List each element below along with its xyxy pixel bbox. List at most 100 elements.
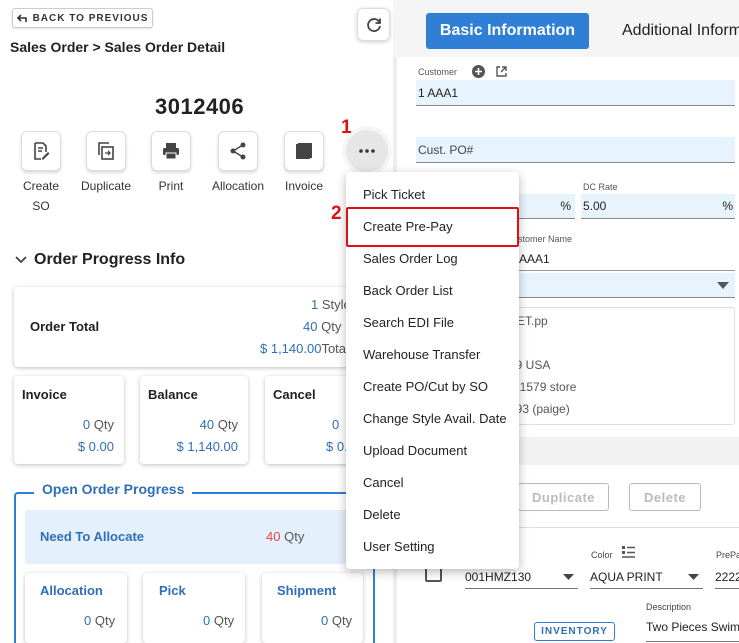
order-progress-header[interactable]: Order Progress Info <box>14 251 185 269</box>
menu-item-change-style-avail-date[interactable]: Change Style Avail. Date <box>363 411 507 426</box>
share-icon <box>230 142 246 160</box>
invoice-card-amount: $ 0.00 <box>77 439 114 454</box>
order-total-qty: 40 <box>303 319 318 334</box>
order-total-styles: 1 <box>311 297 319 312</box>
refresh-icon <box>366 17 381 32</box>
more-actions-button[interactable] <box>346 130 388 172</box>
allocation-button[interactable]: Allocation <box>206 131 270 196</box>
menu-item-pick-ticket[interactable]: Pick Ticket <box>363 187 425 202</box>
tab-additional-information[interactable]: Additional Inform <box>622 22 739 40</box>
duplicate-label: Duplicate <box>80 179 132 193</box>
create-so-button[interactable]: Create SO <box>19 131 63 216</box>
pick-progress-label: Pick <box>159 583 186 598</box>
need-to-allocate-unit: Qty <box>284 529 305 544</box>
print-button[interactable]: Print <box>150 131 192 196</box>
duplicate-button[interactable]: Duplicate <box>78 131 134 196</box>
menu-item-delete[interactable]: Delete <box>363 507 401 522</box>
invoice-icon <box>296 143 312 159</box>
customer-name-label: ustomer Name <box>513 234 573 244</box>
order-number: 3012406 <box>155 94 245 119</box>
invoice-card-label: Invoice <box>22 387 67 402</box>
back-to-previous-button[interactable]: BACK TO PREVIOUS <box>12 8 153 28</box>
color-select[interactable]: AQUA PRINT <box>590 565 703 589</box>
more-icon <box>359 149 375 153</box>
menu-item-back-order-list[interactable]: Back Order List <box>363 283 453 298</box>
menu-item-cancel[interactable]: Cancel <box>363 475 403 490</box>
pick-progress-card[interactable]: Pick 0 Qty <box>143 573 245 643</box>
address-select[interactable] <box>505 273 735 298</box>
cancel-card-amount: $ 0. <box>326 439 348 454</box>
add-customer-icon[interactable] <box>472 65 485 78</box>
copy-icon <box>98 142 114 160</box>
customer-name-underline <box>505 270 735 271</box>
allocation-progress-unit: Qty <box>94 613 116 628</box>
order-total-card: Order Total 1 Style 40 Qty $ 1,140.00Tot… <box>14 287 354 367</box>
invoice-card-qty: 0 <box>82 417 91 432</box>
prepack-value: 2222 <box>715 569 739 584</box>
print-label: Print <box>158 179 184 193</box>
create-pre-pay-highlight <box>346 207 519 247</box>
dc-rate-input[interactable]: 5.00% <box>581 194 735 219</box>
customer-input[interactable]: 1 AAA1 <box>416 80 735 106</box>
discount-pct: % <box>560 199 571 213</box>
menu-item-search-edi-file[interactable]: Search EDI File <box>363 315 454 330</box>
open-customer-icon[interactable] <box>495 65 508 78</box>
order-total-qty-unit: Qty <box>321 319 342 334</box>
allocation-progress-card[interactable]: Allocation 0 Qty <box>25 573 127 643</box>
pick-progress-unit: Qty <box>213 613 235 628</box>
color-column-label: Color <box>591 550 613 560</box>
style-dropdown-icon <box>563 573 574 580</box>
need-to-allocate-row[interactable]: Need To Allocate 40 Qty <box>25 510 363 564</box>
inventory-button[interactable]: INVENTORY <box>534 622 615 641</box>
open-order-progress-title: Open Order Progress <box>34 481 193 497</box>
dc-rate-pct: % <box>722 199 733 213</box>
printer-icon <box>163 143 179 160</box>
customer-name-value: AAA1 <box>519 252 550 266</box>
cancel-card-label: Cancel <box>273 387 316 402</box>
menu-item-user-setting[interactable]: User Setting <box>363 539 435 554</box>
description-input[interactable]: Two Pieces Swim <box>646 620 739 642</box>
create-so-label-2: SO <box>32 199 50 213</box>
description-label: Description <box>646 602 692 612</box>
create-so-label: Create <box>22 179 60 193</box>
balance-card-label: Balance <box>148 387 198 402</box>
allocation-progress-label: Allocation <box>40 583 103 598</box>
allocation-progress-qty: 0 <box>84 613 92 628</box>
breadcrumb: Sales Order > Sales Order Detail <box>10 39 226 55</box>
shipment-progress-unit: Qty <box>331 613 353 628</box>
menu-item-warehouse-transfer[interactable]: Warehouse Transfer <box>363 347 480 362</box>
annotation-mark-1: 1 <box>341 117 352 138</box>
annotation-mark-2: 2 <box>331 203 342 224</box>
balance-card-qty-unit: Qty <box>217 417 238 432</box>
dropdown-arrow-icon <box>717 281 729 289</box>
invoice-button[interactable]: Invoice <box>282 131 326 196</box>
order-total-label: Order Total <box>30 319 100 334</box>
dc-rate-value: 5.00 <box>583 199 607 213</box>
address-box: EET.pp 39 USA 3-1579 store 493 (paige) <box>505 307 735 425</box>
prepack-input[interactable]: 2222 <box>715 565 739 589</box>
order-total-amount-unit: Total <box>321 341 349 356</box>
color-dropdown-icon <box>688 573 699 580</box>
invoice-label: Invoice <box>284 179 324 193</box>
tab-basic-information[interactable]: Basic Information <box>426 13 589 49</box>
refresh-button[interactable] <box>357 8 390 41</box>
menu-item-upload-document[interactable]: Upload Document <box>363 443 467 458</box>
list-icon[interactable] <box>622 546 635 558</box>
shipment-progress-card[interactable]: Shipment 0 Qty <box>262 573 363 643</box>
need-to-allocate-label: Need To Allocate <box>40 529 145 544</box>
menu-item-create-po-cut[interactable]: Create PO/Cut by SO <box>363 379 488 394</box>
customer-label: Customer <box>418 67 458 77</box>
delete-line-button[interactable]: Delete <box>629 483 701 511</box>
need-to-allocate-qty: 40 <box>266 529 281 544</box>
color-value: AQUA PRINT <box>590 569 663 584</box>
prepack-column-label: PrePa <box>716 550 739 560</box>
balance-card-qty: 40 <box>199 417 215 432</box>
shipment-progress-qty: 0 <box>321 613 329 628</box>
duplicate-line-button[interactable]: Duplicate <box>518 483 609 511</box>
menu-item-sales-order-log[interactable]: Sales Order Log <box>363 251 458 266</box>
cancel-card-qty: 0 <box>332 417 340 432</box>
edit-doc-icon <box>34 142 50 160</box>
balance-card-amount: $ 1,140.00 <box>176 439 238 454</box>
cust-po-input[interactable]: Cust. PO# <box>416 137 735 163</box>
invoice-card-qty-unit: Qty <box>93 417 114 432</box>
